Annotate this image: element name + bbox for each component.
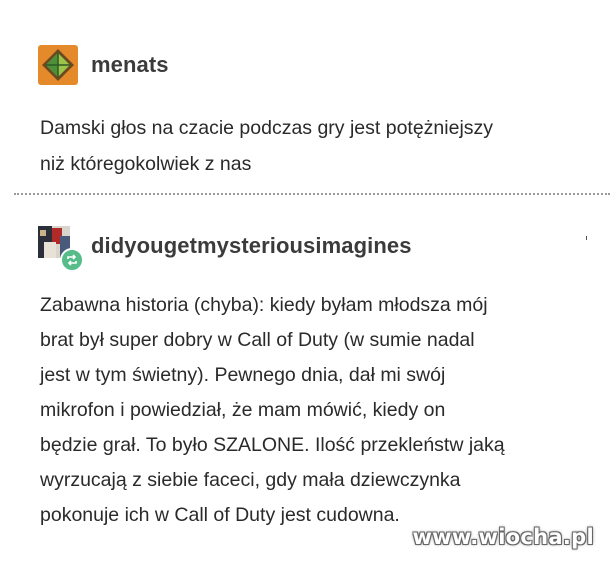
text-line: brat był super dobry w Call of Duty (w s… [40,329,475,351]
watermark: www.wiocha.pl [412,525,594,549]
post-menats: menats Damski głos na czacie podczas gry… [0,0,610,194]
post-divider [14,193,610,195]
post-body: Damski głos na czacie podczas gry jest p… [40,110,585,182]
text-line: będzie grał. To było SZALONE. Ilość prze… [40,434,505,456]
reblog-icon [60,248,84,272]
post-header: didyougetmysteriousimagines [38,226,412,272]
text-line: Zabawna historia (chyba): kiedy byłam mł… [40,294,488,316]
username[interactable]: menats [91,52,169,78]
photo-avatar-icon[interactable] [38,226,84,272]
text-line: mikrofon i powiedział, że mam mówić, kie… [40,399,446,421]
post-didyougetmysteriousimagines: didyougetmysteriousimagines Zabawna hist… [0,206,610,563]
divider-mark [586,236,587,240]
text-line: jest w tym świetny). Pewnego dnia, dał m… [40,364,446,386]
text-line: Damski głos na czacie podczas gry jest p… [40,117,494,139]
text-line: niż któregokolwiek z nas [40,153,252,175]
orange-diamond-avatar-icon[interactable] [38,45,78,85]
post-body: Zabawna historia (chyba): kiedy byłam mł… [40,288,585,533]
text-line: wyrzucają z siebie faceci, gdy mała dzie… [40,469,461,491]
username[interactable]: didyougetmysteriousimagines [91,233,412,259]
post-header: menats [38,45,169,85]
